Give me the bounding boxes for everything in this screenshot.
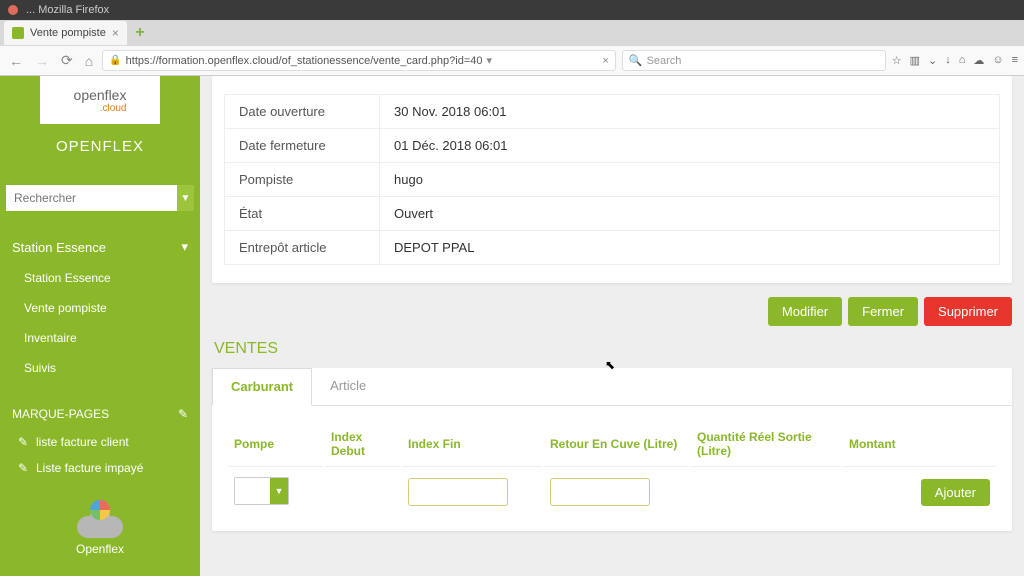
fermer-button[interactable]: Fermer	[848, 297, 918, 326]
favicon-icon	[12, 27, 24, 39]
url-input[interactable]: 🔒 https://formation.openflex.cloud/of_st…	[102, 50, 616, 71]
nav-section-header[interactable]: Station Essence ▾	[0, 231, 200, 263]
modifier-button[interactable]: Modifier	[768, 297, 842, 326]
lock-icon: 🔒	[109, 55, 121, 66]
browser-search-input[interactable]: 🔍 Search	[622, 50, 886, 71]
bookmark-item-facture-impaye[interactable]: Liste facture impayé	[0, 455, 200, 481]
forward-button[interactable]: →	[32, 53, 52, 69]
col-quantite: Quantité Réel Sortie (Litre)	[691, 422, 841, 467]
collapse-icon: ▾	[181, 239, 188, 255]
browser-tab[interactable]: Vente pompiste ×	[4, 21, 127, 45]
bookmark-item-facture-client[interactable]: liste facture client	[0, 429, 200, 455]
sync-icon[interactable]: ☁	[973, 54, 984, 67]
chevron-down-icon: ▼	[270, 478, 288, 504]
reload-button[interactable]: ⟳	[58, 52, 76, 69]
section-title-label: Station Essence	[12, 240, 106, 255]
sidebar-item-suivis[interactable]: Suivis	[0, 353, 200, 383]
os-close-button[interactable]	[8, 5, 18, 15]
col-index-fin: Index Fin	[402, 422, 542, 467]
clear-url-icon[interactable]: ×	[602, 55, 608, 67]
retour-cuve-input[interactable]	[550, 478, 650, 506]
info-table: Date ouverture30 Nov. 2018 06:01 Date fe…	[224, 94, 1000, 265]
new-tab-button[interactable]: +	[129, 22, 151, 44]
ventes-input-row: ▼ Ajouter	[228, 469, 996, 515]
bookmarks-title-label: MARQUE-PAGES	[12, 407, 109, 421]
col-pompe: Pompe	[228, 422, 323, 467]
home-button[interactable]: ⌂	[82, 53, 96, 69]
brand-name: OPENFLEX	[0, 138, 200, 155]
sidebar-item-station[interactable]: Station Essence	[0, 263, 200, 293]
close-icon[interactable]: ×	[112, 26, 119, 40]
back-button[interactable]: ←	[6, 53, 26, 69]
account-icon[interactable]: ☺	[992, 54, 1003, 67]
home-icon[interactable]: ⌂	[959, 54, 966, 67]
tab-title: Vente pompiste	[30, 27, 106, 39]
table-row: Entrepôt articleDEPOT PPAL	[225, 231, 1000, 265]
url-text: https://formation.openflex.cloud/of_stat…	[126, 55, 483, 67]
sidebar-item-vente[interactable]: Vente pompiste	[0, 293, 200, 323]
menu-icon[interactable]: ≡	[1012, 54, 1018, 67]
footer-label: Openflex	[0, 542, 200, 556]
index-fin-input[interactable]	[408, 478, 508, 506]
table-row: ÉtatOuvert	[225, 197, 1000, 231]
dropdown-icon[interactable]: ▾	[486, 54, 492, 67]
bookmark-icon[interactable]: ☆	[892, 54, 902, 67]
pompe-select[interactable]: ▼	[234, 477, 289, 505]
pocket-icon[interactable]: ⌄	[928, 54, 937, 67]
sidebar-search-input[interactable]	[6, 185, 177, 211]
tab-article[interactable]: Article	[312, 368, 384, 405]
library-icon[interactable]: ▥	[910, 54, 920, 67]
col-retour: Retour En Cuve (Litre)	[544, 422, 689, 467]
table-row: Date fermeture01 Déc. 2018 06:01	[225, 129, 1000, 163]
tab-carburant[interactable]: Carburant	[212, 368, 312, 406]
sidebar-item-inventaire[interactable]: Inventaire	[0, 323, 200, 353]
search-icon: 🔍	[629, 54, 643, 67]
openflex-cloud-icon	[77, 506, 123, 538]
table-row: Date ouverture30 Nov. 2018 06:01	[225, 95, 1000, 129]
table-row: Pompistehugo	[225, 163, 1000, 197]
col-index-debut: Index Debut	[325, 422, 400, 467]
col-montant: Montant	[843, 422, 996, 467]
logo: openflex.cloud	[40, 76, 160, 124]
os-window-title: ... Mozilla Firefox	[26, 4, 109, 16]
supprimer-button[interactable]: Supprimer	[924, 297, 1012, 326]
download-icon[interactable]: ↓	[945, 54, 951, 67]
search-placeholder: Search	[647, 55, 682, 67]
ajouter-button[interactable]: Ajouter	[921, 479, 990, 506]
ventes-title: VENTES	[212, 340, 1012, 358]
search-dropdown-button[interactable]: ▼	[177, 185, 194, 211]
edit-icon[interactable]: ✎	[178, 407, 188, 421]
bookmarks-header: MARQUE-PAGES ✎	[0, 399, 200, 429]
